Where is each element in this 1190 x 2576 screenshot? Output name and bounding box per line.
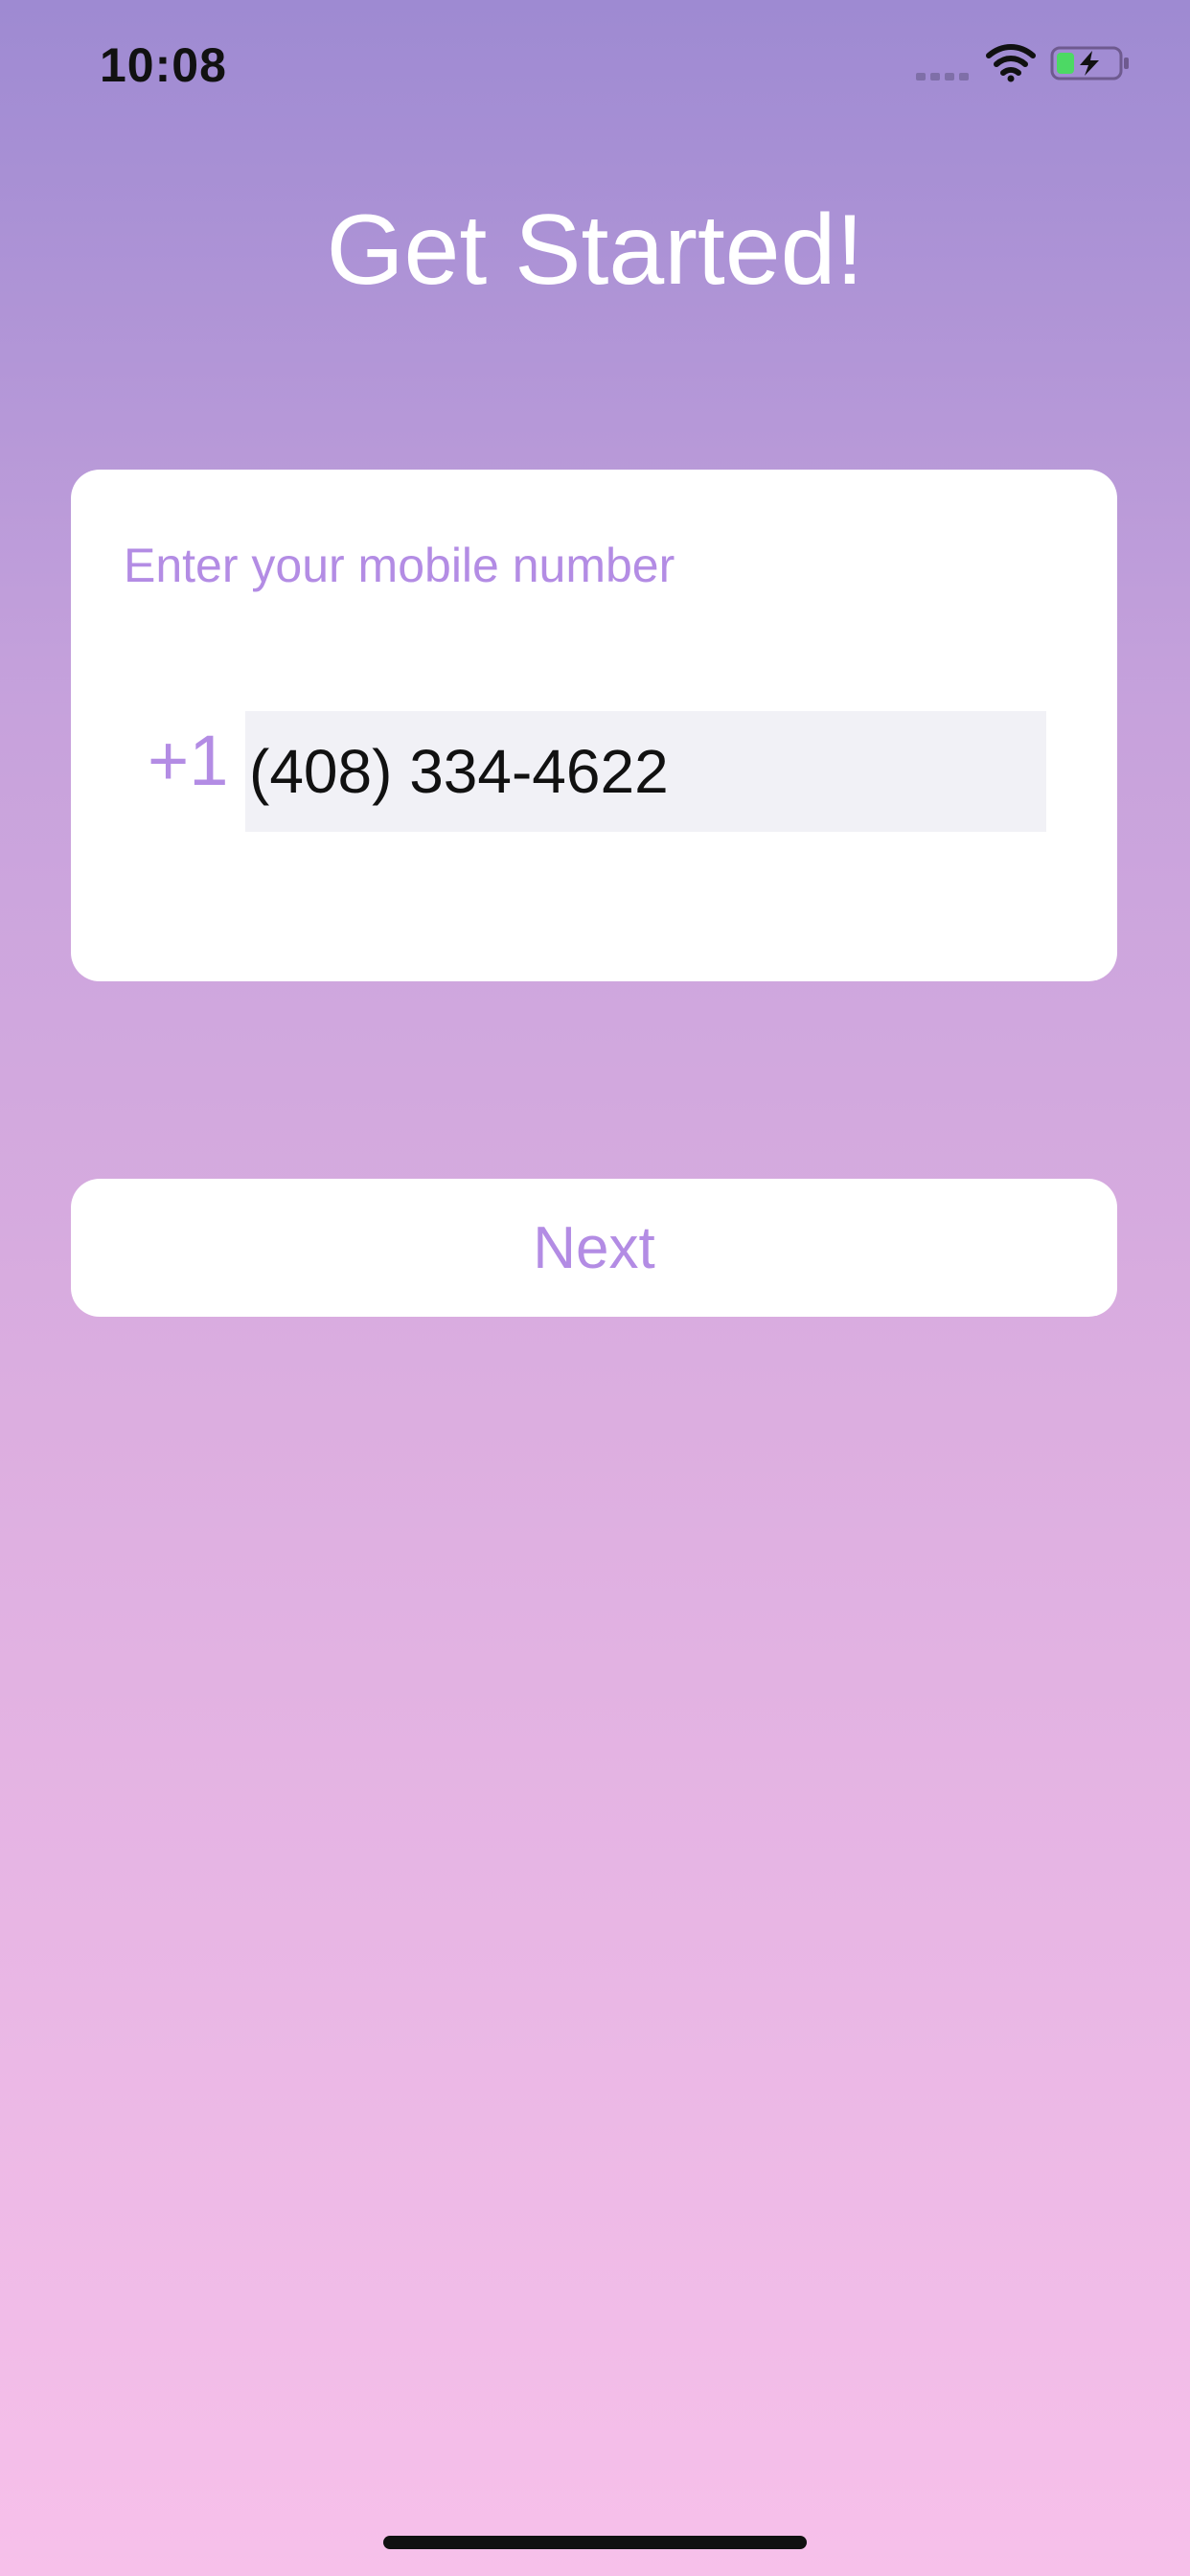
- signal-icon: [916, 73, 969, 80]
- status-bar: 10:08: [0, 0, 1190, 126]
- page-title: Get Started!: [326, 195, 864, 306]
- battery-charging-icon: [1050, 46, 1129, 80]
- status-time: 10:08: [100, 38, 227, 92]
- phone-number-card: Enter your mobile number +1: [71, 470, 1117, 981]
- phone-number-label: Enter your mobile number: [124, 539, 675, 592]
- next-button[interactable]: Next: [71, 1179, 1117, 1317]
- country-code[interactable]: +1: [148, 723, 228, 799]
- wifi-icon: [986, 44, 1036, 82]
- phone-number-input[interactable]: [245, 711, 1046, 832]
- home-indicator[interactable]: [383, 2536, 807, 2549]
